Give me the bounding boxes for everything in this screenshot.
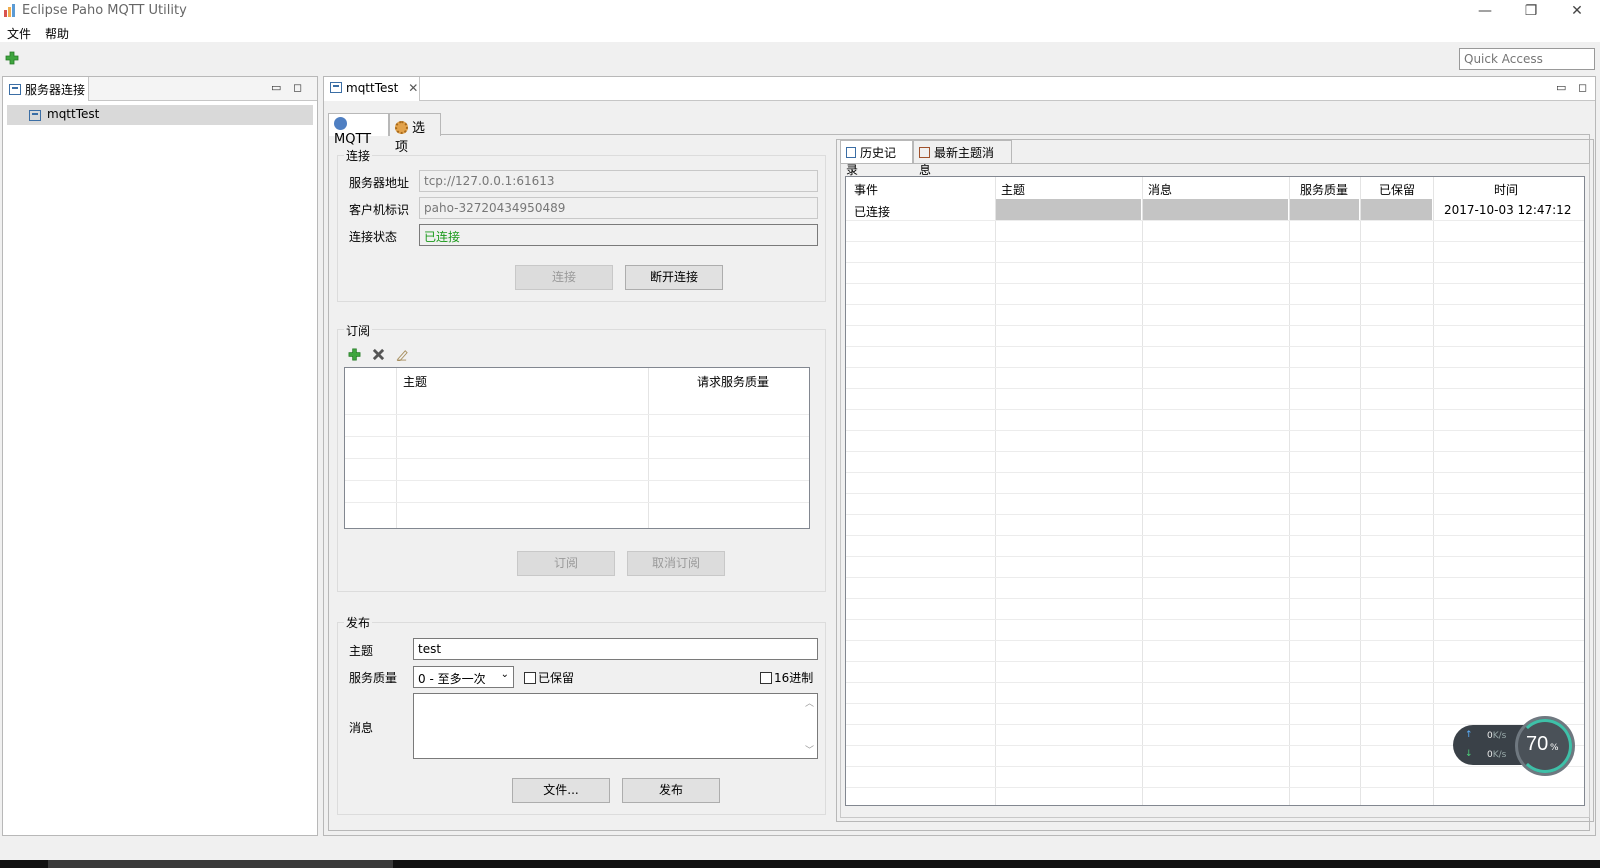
retained-label: 已保留: [538, 671, 575, 685]
connection-group-title: 连接: [344, 147, 373, 164]
subscribe-button[interactable]: 订阅: [517, 551, 615, 576]
history-cell-qos: [1290, 199, 1359, 220]
title-bar: Eclipse Paho MQTT Utility — ❐ ✕: [0, 0, 1600, 22]
list-icon: [846, 147, 856, 158]
minimize-view-icon[interactable]: ▭: [271, 81, 281, 94]
history-col-retained: 已保留: [1379, 183, 1416, 197]
connection-icon: [29, 110, 41, 121]
remove-subscription-icon[interactable]: [372, 348, 385, 361]
checkbox-box: [524, 672, 536, 684]
minimize-button[interactable]: —: [1462, 0, 1508, 22]
scroll-down-icon[interactable]: ﹀: [805, 743, 814, 756]
subscription-col-topic: 主题: [403, 375, 428, 389]
publish-group-title: 发布: [344, 614, 373, 631]
add-subscription-icon[interactable]: [348, 348, 361, 361]
app-icon: [4, 4, 15, 17]
menu-file[interactable]: 文件: [7, 25, 31, 42]
network-speed-widget[interactable]: ↑ 0K/s ↓ 0K/s 70 %: [1453, 716, 1593, 776]
tab-mqtttest[interactable]: mqttTest ✕: [324, 77, 420, 101]
history-col-time: 时间: [1494, 183, 1519, 197]
tab-history[interactable]: 历史记录: [840, 140, 913, 177]
history-col-qos: 服务质量: [1300, 183, 1349, 197]
left-view-tabbar: 服务器连接 ▭ ◻: [3, 77, 317, 101]
close-button[interactable]: ✕: [1554, 0, 1600, 22]
subscription-table: 主题 请求服务质量: [344, 367, 810, 529]
publish-topic-input[interactable]: test: [413, 638, 818, 660]
editor-tabbar: mqttTest ✕ ▭ ◻: [324, 77, 1595, 101]
clear-icon[interactable]: [395, 348, 408, 361]
server-connections-view: 服务器连接 ▭ ◻ mqttTest: [2, 76, 318, 836]
download-speed: 0K/s: [1487, 750, 1507, 760]
close-tab-icon[interactable]: ✕: [408, 81, 418, 95]
tab-latest-topic-messages[interactable]: 最新主题消息: [913, 140, 1012, 177]
client-id-field[interactable]: paho-32720434950489: [419, 197, 818, 219]
subscription-col-qos: 请求服务质量: [697, 375, 770, 389]
mqtt-icon: [334, 117, 347, 130]
history-cell-time: 2017-10-03 12:47:12: [1444, 203, 1572, 217]
upload-speed: 0K/s: [1487, 731, 1507, 741]
subscribe-group-title: 订阅: [344, 322, 373, 339]
view-icon: [9, 84, 21, 95]
unsubscribe-button[interactable]: 取消订阅: [627, 551, 725, 576]
download-arrow-icon: ↓: [1465, 749, 1473, 759]
status-bar: [0, 842, 1600, 860]
menu-bar: 文件 帮助: [0, 22, 1600, 42]
menu-help[interactable]: 帮助: [45, 25, 69, 42]
publish-topic-label: 主题: [349, 644, 374, 658]
maximize-editor-icon[interactable]: ◻: [1578, 81, 1587, 94]
tab-server-connections[interactable]: 服务器连接: [3, 77, 89, 101]
usage-percent: 70: [1526, 733, 1549, 755]
tree-item-label: mqttTest: [47, 107, 100, 121]
history-table: 事件 主题 消息 服务质量 已保留 时间 已连接 2017-10-03 12:4…: [845, 176, 1585, 806]
usage-percent-sign: %: [1550, 743, 1559, 753]
disconnect-button[interactable]: 断开连接: [625, 265, 723, 290]
minimize-editor-icon[interactable]: ▭: [1556, 81, 1566, 94]
history-cell-event: 已连接: [854, 205, 891, 219]
client-id-label: 客户机标识: [349, 203, 410, 217]
connection-status-field: 已连接: [419, 224, 818, 246]
qos-label: 服务质量: [349, 671, 398, 685]
hex-checkbox[interactable]: 16进制: [760, 669, 813, 686]
table-icon: [919, 147, 930, 158]
tab-label: mqttTest: [346, 81, 399, 95]
message-textarea[interactable]: ︿ ﹀: [413, 693, 818, 759]
tab-mqtt[interactable]: MQTT: [328, 113, 389, 147]
add-connection-icon[interactable]: [5, 51, 19, 65]
checkbox-box: [760, 672, 772, 684]
connection-status-label: 连接状态: [349, 230, 398, 244]
tab-options[interactable]: 选项: [389, 113, 441, 155]
chevron-down-icon: ⌄: [500, 669, 509, 680]
hex-label: 16进制: [774, 671, 814, 685]
connect-button[interactable]: 连接: [515, 265, 613, 290]
file-button[interactable]: 文件...: [512, 778, 610, 803]
history-col-message: 消息: [1148, 183, 1173, 197]
gear-icon: [395, 121, 408, 134]
maximize-view-icon[interactable]: ◻: [293, 81, 302, 94]
memory-usage-circle: 70 %: [1515, 716, 1575, 776]
quick-access-input[interactable]: [1459, 48, 1595, 70]
publish-button[interactable]: 发布: [622, 778, 720, 803]
retained-checkbox[interactable]: 已保留: [524, 669, 574, 686]
history-col-topic: 主题: [1001, 183, 1026, 197]
tab-label: 服务器连接: [25, 83, 86, 97]
qos-select[interactable]: 0 - 至多一次 ⌄: [413, 666, 514, 688]
inner-tabbar: MQTT 选项: [328, 113, 1590, 155]
toolbar: [0, 42, 1600, 74]
history-col-event: 事件: [854, 183, 879, 197]
server-address-label: 服务器地址: [349, 176, 410, 190]
qos-value: 0 - 至多一次: [418, 672, 486, 686]
upload-arrow-icon: ↑: [1465, 730, 1473, 740]
history-cell-topic: [996, 199, 1141, 220]
server-address-field[interactable]: tcp://127.0.0.1:61613: [419, 170, 818, 192]
history-cell-retained: [1361, 199, 1432, 220]
history-cell-message: [1143, 199, 1288, 220]
scroll-up-icon[interactable]: ︿: [805, 696, 814, 709]
view-icon: [330, 82, 342, 93]
restore-button[interactable]: ❐: [1508, 0, 1554, 22]
window-title: Eclipse Paho MQTT Utility: [22, 3, 187, 18]
taskbar-app-segment[interactable]: [48, 860, 393, 868]
message-label: 消息: [349, 721, 374, 735]
